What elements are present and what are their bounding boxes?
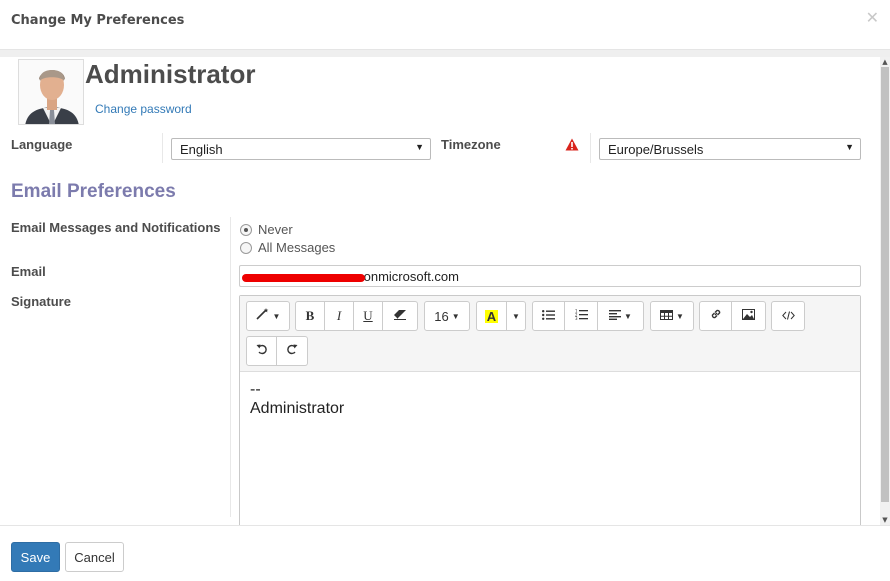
save-button[interactable]: Save <box>11 542 60 572</box>
radio-never[interactable]: Never <box>240 222 293 237</box>
highlight-button[interactable]: A <box>476 301 507 331</box>
link-icon <box>710 308 722 324</box>
editor-content[interactable]: -- Administrator <box>250 380 344 418</box>
eraser-button[interactable] <box>383 301 418 331</box>
link-button[interactable] <box>699 301 732 331</box>
cancel-button[interactable]: Cancel <box>65 542 124 572</box>
divider <box>590 133 591 163</box>
magic-wand-icon <box>255 308 270 324</box>
divider <box>162 133 163 163</box>
numbered-list-icon: 123 <box>575 308 588 324</box>
bullet-list-icon <box>542 308 555 324</box>
user-name: Administrator <box>85 59 256 89</box>
bullet-list-button[interactable] <box>532 301 565 331</box>
email-field[interactable]: .onmicrosoft.com <box>239 265 861 287</box>
scrollbar[interactable]: ▲ ▼ <box>880 57 890 525</box>
bold-button[interactable]: B <box>295 301 325 331</box>
chevron-down-icon: ▼ <box>415 142 424 152</box>
style-button[interactable]: ▼ <box>246 301 290 331</box>
dialog-header: Change My Preferences ✕ <box>0 0 890 50</box>
font-size-select[interactable]: 16 ▼ <box>424 301 470 331</box>
underline-button[interactable]: U <box>354 301 383 331</box>
undo-icon <box>256 343 268 359</box>
avatar[interactable] <box>18 59 84 125</box>
signature-line: -- <box>250 381 261 398</box>
timezone-value: Europe/Brussels <box>608 142 704 157</box>
signature-label: Signature <box>11 294 71 309</box>
table-button[interactable]: ▼ <box>650 301 694 331</box>
editor-toolbar: ▼ B I U 16 ▼ A ▼ 1 2 3 ▼ ▼ <box>240 296 860 372</box>
code-view-button[interactable] <box>771 301 805 331</box>
image-icon <box>742 308 755 324</box>
divider <box>230 217 231 517</box>
language-select[interactable]: English ▼ <box>171 138 431 160</box>
radio-label: All Messages <box>258 240 336 255</box>
header-divider <box>0 50 890 57</box>
language-label: Language <box>11 137 73 152</box>
radio-all-messages[interactable]: All Messages <box>240 240 335 255</box>
timezone-label: Timezone <box>441 137 501 152</box>
dialog-body: Administrator Change password Language E… <box>0 57 890 525</box>
color-dropdown[interactable]: ▼ <box>507 301 526 331</box>
italic-button[interactable]: I <box>325 301 354 331</box>
svg-text:3: 3 <box>575 316 578 320</box>
scrollbar-thumb[interactable] <box>881 67 889 502</box>
code-icon <box>781 308 795 324</box>
chevron-down-icon: ▼ <box>845 142 854 152</box>
align-left-icon <box>609 308 622 324</box>
text-color-icon: A <box>484 308 499 324</box>
dialog-title: Change My Preferences <box>11 13 185 28</box>
eraser-icon <box>393 308 407 324</box>
undo-button[interactable] <box>246 336 277 366</box>
numbered-list-button[interactable]: 123 <box>565 301 598 331</box>
warning-icon[interactable] <box>565 138 579 155</box>
change-password-link[interactable]: Change password <box>95 102 192 116</box>
radio-button[interactable] <box>240 223 252 236</box>
align-button[interactable]: ▼ <box>598 301 644 331</box>
email-value: .onmicrosoft.com <box>360 269 459 284</box>
notifications-label: Email Messages and Notifications <box>11 220 221 235</box>
email-label: Email <box>11 264 46 279</box>
radio-button[interactable] <box>240 241 252 254</box>
email-preferences-title: Email Preferences <box>11 181 176 202</box>
language-value: English <box>180 142 223 157</box>
close-icon[interactable]: ✕ <box>866 8 879 27</box>
font-size-value: 16 <box>434 308 449 324</box>
scroll-down-icon[interactable]: ▼ <box>881 516 889 524</box>
redo-icon <box>286 343 298 359</box>
redaction-mark <box>242 274 365 282</box>
dialog-footer: Save Cancel <box>0 525 890 581</box>
scroll-up-icon[interactable]: ▲ <box>881 58 889 66</box>
table-icon <box>660 308 674 324</box>
redo-button[interactable] <box>277 336 308 366</box>
radio-label: Never <box>258 222 293 237</box>
signature-editor[interactable]: ▼ B I U 16 ▼ A ▼ 1 2 3 ▼ ▼ -- Administra… <box>239 295 861 525</box>
signature-line: Administrator <box>250 400 345 417</box>
image-button[interactable] <box>732 301 766 331</box>
timezone-select[interactable]: Europe/Brussels ▼ <box>599 138 861 160</box>
